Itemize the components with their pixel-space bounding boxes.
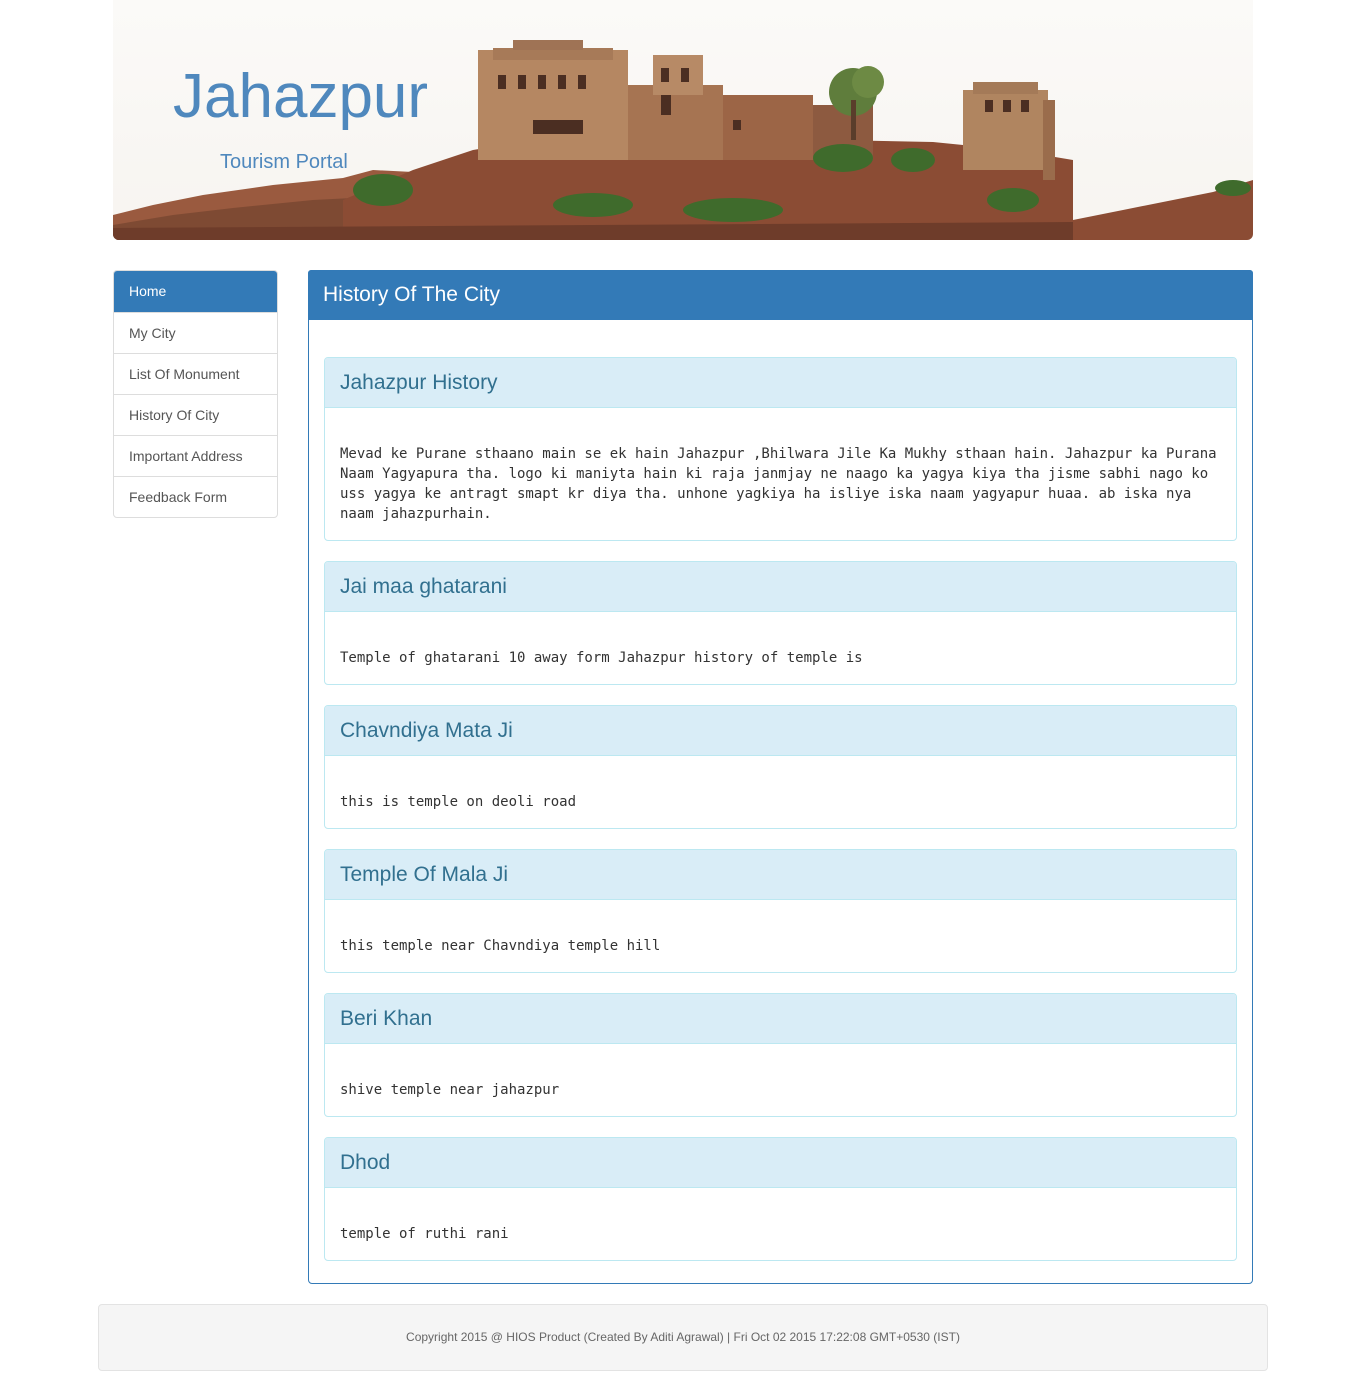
footer-copyright: Copyright 2015 @ HIOS Product (Created B… <box>406 1330 960 1344</box>
section-title: Dhod <box>325 1138 1236 1188</box>
sidebar-item-important-address[interactable]: Important Address <box>114 435 277 476</box>
history-sections: Jahazpur History Mevad ke Purane sthaano… <box>324 357 1237 1281</box>
sidebar-item-my-city[interactable]: My City <box>114 312 277 353</box>
section-title: Jahazpur History <box>325 358 1236 408</box>
sidebar-item-home[interactable]: Home <box>114 271 277 312</box>
section-body: this temple near Chavndiya temple hill <box>340 938 661 954</box>
section-title: Beri Khan <box>325 994 1236 1044</box>
section-body: Mevad ke Purane sthaano main se ek hain … <box>340 446 1217 522</box>
section-title: Temple Of Mala Ji <box>325 850 1236 900</box>
section-body: Temple of ghatarani 10 away form Jahazpu… <box>340 650 863 666</box>
site-title: Jahazpur <box>173 62 429 131</box>
history-section: Dhod temple of ruthi rani <box>324 1137 1237 1261</box>
sidebar-item-history-of-city[interactable]: History Of City <box>114 394 277 435</box>
section-title: Chavndiya Mata Ji <box>325 706 1236 756</box>
history-section: Jai maa ghatarani Temple of ghatarani 10… <box>324 561 1237 685</box>
history-section: Jahazpur History Mevad ke Purane sthaano… <box>324 357 1237 541</box>
sidebar-nav: Home My City List Of Monument History Of… <box>113 270 278 518</box>
sidebar-item-feedback-form[interactable]: Feedback Form <box>114 476 277 517</box>
footer: Copyright 2015 @ HIOS Product (Created B… <box>98 1304 1268 1371</box>
section-body: this is temple on deoli road <box>340 794 577 810</box>
history-section: Temple Of Mala Ji this temple near Chavn… <box>324 849 1237 973</box>
panel-heading: History Of The City <box>308 270 1253 320</box>
history-section: Chavndiya Mata Ji this is temple on deol… <box>324 705 1237 829</box>
section-body: temple of ruthi rani <box>340 1226 509 1242</box>
sidebar-item-list-of-monument[interactable]: List Of Monument <box>114 353 277 394</box>
header-banner: Jahazpur Tourism Portal <box>113 0 1253 240</box>
history-panel: History Of The City Jahazpur History Mev… <box>308 270 1253 1284</box>
history-section: Beri Khan shive temple near jahazpur <box>324 993 1237 1117</box>
site-subtitle: Tourism Portal <box>220 151 348 173</box>
section-body: shive temple near jahazpur <box>340 1082 560 1098</box>
section-title: Jai maa ghatarani <box>325 562 1236 612</box>
